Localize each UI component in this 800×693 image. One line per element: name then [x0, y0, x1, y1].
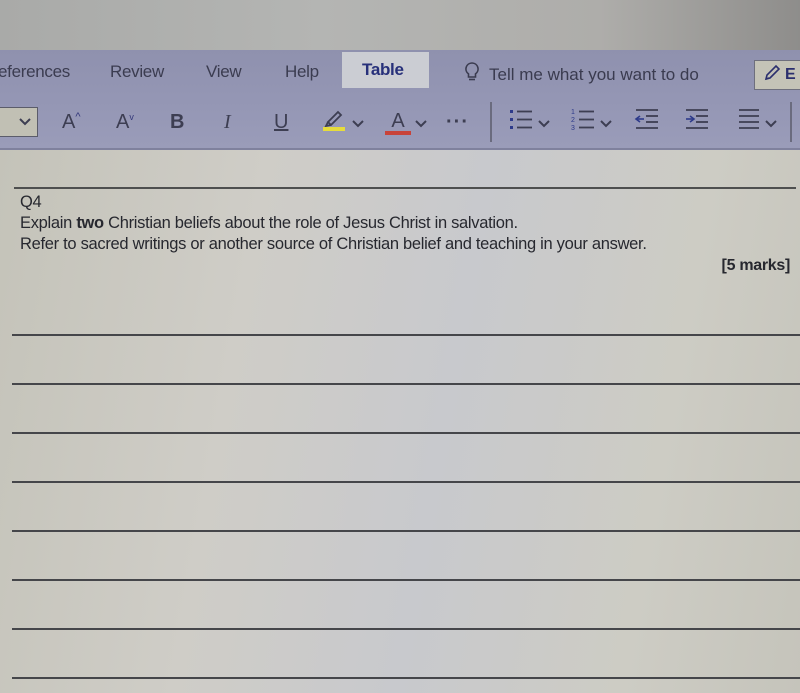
document-page[interactable]: Q4 Explain two Christian beliefs about t…: [0, 150, 800, 693]
decrease-indent-icon: [634, 107, 660, 137]
bold-icon: B: [170, 110, 185, 133]
more-options-button[interactable]: ···: [446, 108, 469, 136]
ribbon-tabs: eferences Review View Help Table Tell me…: [0, 50, 800, 96]
svg-text:2: 2: [571, 117, 575, 124]
highlighter-icon: [322, 106, 348, 138]
highlight-button[interactable]: [322, 108, 364, 136]
increase-indent-button[interactable]: [684, 108, 710, 136]
question-top-rule: [14, 187, 796, 189]
align-button[interactable]: [737, 108, 777, 136]
grow-font-button[interactable]: A ^: [62, 108, 81, 136]
question-line-1: Explain two Christian beliefs about the …: [20, 214, 518, 233]
question-line-2: Refer to sacred writings or another sour…: [20, 235, 647, 253]
answer-line: [12, 481, 800, 483]
align-justify-icon: [737, 107, 761, 137]
window-top-area: [0, 0, 800, 50]
shrink-font-icon: A: [116, 110, 130, 133]
svg-text:3: 3: [571, 125, 575, 131]
chevron-down-icon: [765, 111, 777, 134]
font-size-dropdown[interactable]: [0, 107, 38, 137]
chevron-down-icon: [415, 111, 427, 134]
marks-label: [5 marks]: [721, 257, 791, 274]
chevron-down-icon: [352, 111, 364, 134]
answer-line: [12, 628, 800, 630]
answer-line: [12, 383, 800, 385]
tab-review[interactable]: Review: [110, 62, 164, 82]
chevron-down-icon: [538, 111, 550, 134]
answer-line: [12, 334, 800, 336]
svg-text:1: 1: [571, 109, 575, 116]
lightbulb-icon: [465, 62, 479, 87]
question-text: Explain: [20, 214, 77, 232]
increase-indent-icon: [684, 107, 710, 137]
font-color-letter: A: [391, 109, 405, 132]
pencil-icon: [763, 64, 781, 87]
toolbar-separator: [490, 102, 492, 142]
ribbon: eferences Review View Help Table Tell me…: [0, 50, 800, 150]
underline-button[interactable]: U: [274, 108, 288, 136]
tab-references[interactable]: eferences: [0, 62, 70, 82]
italic-button[interactable]: I: [224, 108, 231, 136]
answer-line: [12, 677, 800, 679]
toolbar-separator: [790, 102, 792, 142]
bullet-list-icon: [508, 107, 534, 137]
shrink-font-button[interactable]: Av: [116, 108, 134, 136]
grow-font-icon: A: [62, 110, 76, 133]
tell-me-placeholder: Tell me what you want to do: [489, 64, 699, 84]
answer-line: [12, 432, 800, 434]
bullets-button[interactable]: [508, 108, 550, 136]
editing-mode-label: E: [785, 66, 796, 83]
chevron-down-icon: [19, 113, 31, 131]
tell-me-search[interactable]: Tell me what you want to do: [465, 62, 699, 87]
formatting-toolbar: A ^ Av B I U A ··· 1 2 3: [0, 98, 800, 146]
chevron-down-icon: [600, 111, 612, 134]
question-text: Christian beliefs about the role of Jesu…: [103, 214, 518, 232]
font-color-swatch: [385, 130, 411, 135]
ellipsis-icon: ···: [446, 110, 469, 133]
tab-view[interactable]: View: [206, 62, 242, 82]
answer-line: [12, 530, 800, 532]
question-emphasis: two: [76, 214, 104, 232]
italic-icon: I: [224, 110, 231, 133]
font-color-button[interactable]: A: [385, 108, 427, 136]
question-number: Q4: [20, 193, 42, 211]
numbering-button[interactable]: 123: [570, 108, 612, 136]
decrease-indent-button[interactable]: [634, 108, 660, 136]
numbered-list-icon: 123: [570, 107, 596, 137]
bold-button[interactable]: B: [170, 108, 184, 136]
underline-icon: U: [274, 110, 289, 133]
tab-table[interactable]: Table: [342, 52, 429, 88]
answer-line: [12, 579, 800, 581]
font-color-icon: A: [385, 110, 411, 135]
tab-help[interactable]: Help: [285, 62, 319, 82]
editing-mode-button[interactable]: E: [754, 60, 800, 90]
